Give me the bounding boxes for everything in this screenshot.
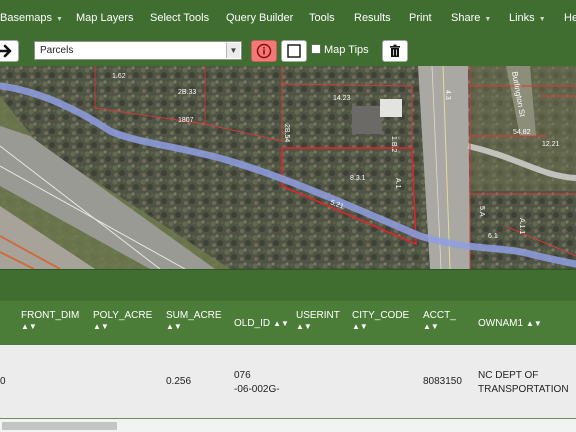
column-header-label: POLY_ACRE [93, 310, 153, 321]
table-row[interactable]: 0 0.256 076 -06-002G- 8083150 NC DEPT OF… [0, 345, 576, 418]
menu-share-label: Share [451, 12, 481, 24]
parcel-dimension-label: 12.21 [542, 141, 560, 148]
menu-help-label: He [564, 12, 576, 24]
menu-links-label: Links [509, 12, 535, 24]
menu-map-layers[interactable]: Map Layers [76, 0, 133, 36]
menu-links[interactable]: Links ▼ [509, 0, 546, 36]
column-header-userint[interactable]: USERINT ▲▼ [296, 310, 340, 331]
clear-button[interactable] [382, 40, 408, 62]
cell-old-id-line1: 076 [234, 370, 251, 381]
map-tips-checkbox[interactable] [311, 44, 321, 54]
parcel-dimension-label: 1807 [178, 117, 194, 124]
layer-select[interactable]: Parcels ▼ [34, 41, 242, 60]
parcel-dimension-label: 1.62 [112, 73, 126, 80]
sort-icon[interactable]: ▲▼ [423, 322, 456, 331]
column-header-old-id[interactable]: OLD_ID ▲▼ [234, 318, 289, 329]
map-toolbar: Parcels ▼ Map Tips [0, 36, 576, 66]
building [352, 106, 382, 134]
column-header-city-code[interactable]: CITY_CODE ▲▼ [352, 310, 409, 331]
parcel-dimension-label: 5.A [478, 206, 485, 217]
sort-icon[interactable]: ▲▼ [21, 322, 79, 331]
parcel-dimension-label: 2B.33 [178, 89, 196, 96]
menu-map-layers-label: Map Layers [76, 12, 134, 24]
menu-query-builder[interactable]: Query Builder [226, 0, 293, 36]
top-menu-bar: Basemaps ▼ Map Layers Select Tools Query … [0, 0, 576, 36]
column-header-label: ACCT_ [423, 310, 456, 321]
menu-results[interactable]: Results [354, 0, 391, 36]
parcel-dimension-label: 4.3 [444, 90, 451, 100]
menu-tools[interactable]: Tools [309, 0, 335, 36]
forward-button[interactable] [0, 40, 19, 62]
column-header-front-dim[interactable]: FRONT_DIM ▲▼ [21, 310, 79, 331]
menu-results-label: Results [354, 12, 391, 24]
attribute-table-header: FRONT_DIM ▲▼ POLY_ACRE ▲▼ SUM_ACRE ▲▼ OLD_I… [0, 301, 576, 345]
cell-owner-line1: NC DEPT OF [478, 370, 539, 381]
column-header-label: OLD_ID [234, 318, 271, 329]
cell-sum-acre: 0.256 [166, 376, 192, 387]
map-tips-toggle[interactable]: Map Tips [311, 44, 369, 56]
chevron-down-icon: ▼ [55, 16, 63, 23]
chevron-down-icon: ▼ [226, 43, 240, 58]
parcel-dimension-label: 2B.54 [283, 124, 290, 142]
aerial-map[interactable]: 1.622B.33180714.232B.541.B.28.3.15.21A.1… [0, 66, 576, 269]
table-horizontal-scrollbar[interactable] [0, 418, 576, 432]
column-header-poly-acre[interactable]: POLY_ACRE ▲▼ [93, 310, 152, 331]
column-header-label: USERINT [296, 310, 340, 321]
select-box-button[interactable] [281, 40, 307, 62]
parcel-dimension-label: 8.3.1 [350, 175, 366, 182]
cell-owner-line2: TRANSPORTATION [478, 384, 569, 395]
sort-icon[interactable]: ▲▼ [352, 322, 409, 331]
arrow-right-icon [0, 44, 12, 58]
column-header-label: FRONT_DIM [21, 310, 80, 321]
results-panel-bar [0, 269, 576, 301]
menu-print[interactable]: Print [409, 0, 432, 36]
parcel-dimension-label: A.1.1 [518, 218, 525, 234]
info-icon [256, 43, 272, 59]
column-header-label: CITY_CODE [352, 310, 410, 321]
sort-icon[interactable]: ▲▼ [273, 319, 289, 328]
map-view[interactable]: 1.62 2B.33 1807 14.23 2B.54 1.B.2 8.3.1 5.21 A.1… [0, 66, 576, 269]
sort-icon[interactable]: ▲▼ [526, 319, 542, 328]
square-icon [287, 44, 301, 58]
menu-share[interactable]: Share ▼ [451, 0, 491, 36]
menu-select-tools[interactable]: Select Tools [150, 0, 209, 36]
chevron-down-icon: ▼ [538, 16, 546, 23]
cell-front-dim: 0 [0, 376, 6, 387]
cell-old-id-line2: -06-002G- [234, 384, 280, 395]
column-header-ownam1[interactable]: OWNAM1 ▲▼ [478, 318, 542, 329]
column-header-acct[interactable]: ACCT_ ▲▼ [423, 310, 456, 331]
sort-icon[interactable]: ▲▼ [296, 322, 340, 331]
cell-acct: 8083150 [423, 376, 462, 387]
chevron-down-icon: ▼ [484, 16, 492, 23]
sort-icon[interactable]: ▲▼ [93, 322, 152, 331]
map-tips-label: Map Tips [324, 44, 369, 56]
menu-print-label: Print [409, 12, 432, 24]
parcel-dimension-label: 1.B.2 [390, 136, 397, 152]
identify-button[interactable] [251, 40, 277, 62]
column-header-label: SUM_ACRE [166, 310, 222, 321]
parcel-dimension-label: 14.23 [333, 95, 351, 102]
menu-select-tools-label: Select Tools [150, 12, 210, 24]
column-header-label: OWNAM1 [478, 318, 523, 329]
parcel-dimension-label: 6.1 [488, 233, 498, 240]
scrollbar-thumb[interactable] [2, 422, 117, 430]
trash-icon [390, 44, 400, 57]
menu-help[interactable]: He [564, 0, 576, 36]
layer-select-value: Parcels [40, 45, 74, 56]
menu-basemaps-label: Basemaps [0, 12, 52, 24]
parcel-dimension-label: 54.82 [513, 129, 531, 136]
sort-icon[interactable]: ▲▼ [166, 322, 222, 331]
menu-basemaps[interactable]: Basemaps ▼ [0, 0, 63, 36]
menu-query-builder-label: Query Builder [226, 12, 294, 24]
building-roof [380, 99, 402, 117]
parcel-dimension-label: A.1 [394, 178, 401, 189]
menu-tools-label: Tools [309, 12, 335, 24]
column-header-sum-acre[interactable]: SUM_ACRE ▲▼ [166, 310, 222, 331]
